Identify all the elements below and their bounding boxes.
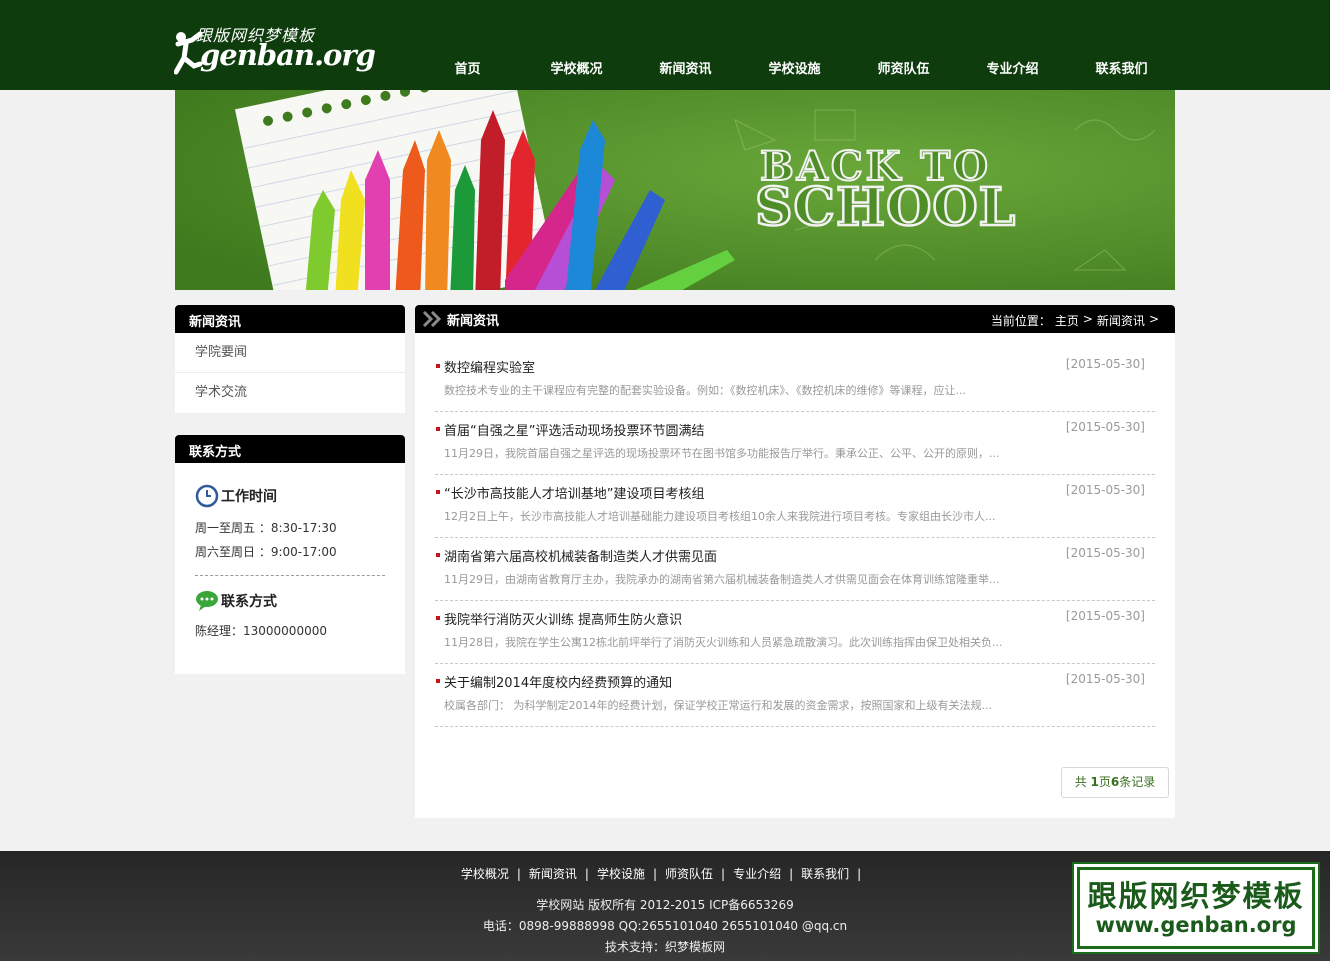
news-header: 新闻资讯 当前位置： 主页 > 新闻资讯 > xyxy=(415,305,1175,333)
footer-sep: | xyxy=(721,867,726,881)
list-item: 我院举行消防灭火训练 提高师生防火意识 [2015-05-30] 11月28日，… xyxy=(435,601,1155,664)
breadcrumb: 当前位置： 主页 > 新闻资讯 > xyxy=(991,312,1159,329)
breadcrumb-sep: > xyxy=(1082,312,1093,326)
sidebar-item-academic[interactable]: 学术交流 xyxy=(175,373,405,413)
double-chevron-icon xyxy=(423,311,442,327)
list-item: 数控编程实验室 [2015-05-30] 数控技术专业的主干课程应有完整的配套实… xyxy=(435,349,1155,412)
divider xyxy=(195,575,385,576)
nav-majors[interactable]: 专业介绍 xyxy=(958,60,1067,80)
nav-faculty[interactable]: 师资队伍 xyxy=(849,60,958,80)
list-item: 首届“自强之星”评选活动现场投票环节圆满结 [2015-05-30] 11月29… xyxy=(435,412,1155,475)
pager-count: 6 xyxy=(1110,775,1120,789)
pager-pages: 1 xyxy=(1090,775,1099,789)
footer-sep: | xyxy=(789,867,794,881)
watermark-line1: 跟版网织梦模板 xyxy=(1087,879,1305,913)
news-title-link[interactable]: 数控编程实验室 xyxy=(444,357,535,376)
news-title-link[interactable]: “长沙市高技能人才培训基地”建设项目考核组 xyxy=(444,483,704,502)
bullet-icon xyxy=(436,679,440,683)
page-title: 新闻资讯 xyxy=(447,314,500,329)
news-title-link[interactable]: 关于编制2014年度校内经费预算的通知 xyxy=(444,672,672,691)
footer-link-faculty[interactable]: 师资队伍 xyxy=(665,867,713,881)
footer-link-about[interactable]: 学校概况 xyxy=(461,867,509,881)
nav-about[interactable]: 学校概况 xyxy=(522,60,631,80)
footer-sep: | xyxy=(857,867,862,881)
work-time-heading: 工作时间 xyxy=(195,483,385,509)
news-date: [2015-05-30] xyxy=(1065,609,1145,623)
news-summary: 数控技术专业的主干课程应有完整的配套实验设备。例如：《数控机床》、《数控机床的维… xyxy=(444,384,966,397)
list-item: “长沙市高技能人才培训基地”建设项目考核组 [2015-05-30] 12月2日… xyxy=(435,475,1155,538)
breadcrumb-home[interactable]: 主页 xyxy=(1055,312,1079,329)
footer-link-news[interactable]: 新闻资讯 xyxy=(529,867,577,881)
pager-mid: 页 xyxy=(1098,775,1111,789)
pager-prefix: 共 xyxy=(1074,775,1091,789)
footer-link-majors[interactable]: 专业介绍 xyxy=(733,867,781,881)
nav-facilities[interactable]: 学校设施 xyxy=(740,60,849,80)
bullet-icon xyxy=(436,364,440,368)
footer-sep: | xyxy=(584,867,589,881)
contact-title: 联系方式 xyxy=(221,594,277,610)
sidebar-contact-title: 联系方式 xyxy=(175,435,405,463)
news-summary: 校属各部门： 为科学制定2014年的经费计划，保证学校正常运行和发展的资金需求，… xyxy=(444,699,992,712)
news-list: 数控编程实验室 [2015-05-30] 数控技术专业的主干课程应有完整的配套实… xyxy=(435,349,1155,727)
logo-english-text: genban.org xyxy=(200,38,376,72)
contact-manager: 陈经理：13000000000 xyxy=(195,624,327,638)
breadcrumb-news[interactable]: 新闻资讯 xyxy=(1097,312,1145,329)
contact-heading: 联系方式 xyxy=(195,588,385,614)
list-item: 关于编制2014年度校内经费预算的通知 [2015-05-30] 校属各部门： … xyxy=(435,664,1155,727)
bullet-icon xyxy=(436,553,440,557)
news-date: [2015-05-30] xyxy=(1065,672,1145,686)
sidebar-contact-panel: 联系方式 工作时间 周一至周五 ：8:30-17:30 周六至周日 ：9:00-… xyxy=(175,435,405,674)
news-summary: 12月2日上午，长沙市高技能人才培训基础能力建设项目考核组10余人来我院进行项目… xyxy=(444,510,996,523)
footer-sep: | xyxy=(516,867,521,881)
news-date: [2015-05-30] xyxy=(1065,357,1145,371)
hero-banner: BACK TO SCHOOL xyxy=(175,90,1175,290)
list-item: 湖南省第六届高校机械装备制造类人才供需见面 [2015-05-30] 11月29… xyxy=(435,538,1155,601)
news-title-link[interactable]: 湖南省第六届高校机械装备制造类人才供需见面 xyxy=(444,546,717,565)
news-summary: 11月28日，我院在学生公寓12栋北前坪举行了消防灭火训练和人员紧急疏散演习。此… xyxy=(444,636,1003,649)
watermark-line2: www.genban.org xyxy=(1095,913,1297,937)
pagination-info: 共 1页6条记录 xyxy=(1061,767,1169,798)
sidebar-news-title: 新闻资讯 xyxy=(175,305,405,333)
banner-illustration: BACK TO SCHOOL xyxy=(175,90,1175,290)
watermark-badge: 跟版网织梦模板 www.genban.org xyxy=(1072,862,1320,954)
news-title-link[interactable]: 我院举行消防灭火训练 提高师生防火意识 xyxy=(444,609,682,628)
nav-news[interactable]: 新闻资讯 xyxy=(631,60,740,80)
sidebar-item-college-news[interactable]: 学院要闻 xyxy=(175,333,405,373)
news-summary: 11月29日，我院首届自强之星评选的现场投票环节在图书馆多功能报告厅举行。秉承公… xyxy=(444,447,1000,460)
site-logo[interactable]: 跟版网织梦模板 genban.org xyxy=(174,22,376,78)
footer-sep: | xyxy=(652,867,657,881)
news-summary: 11月29日，由湖南省教育厅主办，我院承办的湖南省第六届机械装备制造类人才供需见… xyxy=(444,573,1000,586)
news-list-panel: 新闻资讯 当前位置： 主页 > 新闻资讯 > 数控编程实验室 [2015-05-… xyxy=(415,305,1175,818)
clock-icon xyxy=(195,484,219,508)
news-date: [2015-05-30] xyxy=(1065,483,1145,497)
work-time-title: 工作时间 xyxy=(221,489,277,505)
footer-link-facilities[interactable]: 学校设施 xyxy=(597,867,645,881)
work-time-weekday: 周一至周五 ：8:30-17:30 xyxy=(195,521,337,535)
banner-line2: SCHOOL xyxy=(755,177,1016,238)
chat-bubble-icon xyxy=(196,591,218,611)
breadcrumb-sep: > xyxy=(1148,312,1159,326)
breadcrumb-prefix: 当前位置： xyxy=(990,314,1051,328)
site-header: 跟版网织梦模板 genban.org 首页 学校概况 新闻资讯 学校设施 师资队… xyxy=(0,0,1330,90)
main-nav: 首页 学校概况 新闻资讯 学校设施 师资队伍 专业介绍 联系我们 xyxy=(413,60,1176,80)
bullet-icon xyxy=(436,490,440,494)
sidebar-news-panel: 新闻资讯 学院要闻 学术交流 xyxy=(175,305,405,413)
footer-link-contact[interactable]: 联系我们 xyxy=(801,867,849,881)
bullet-icon xyxy=(436,427,440,431)
pager-suffix: 条记录 xyxy=(1119,775,1156,789)
sidebar-news-list: 学院要闻 学术交流 xyxy=(175,333,405,413)
work-time-weekend: 周六至周日 ：9:00-17:00 xyxy=(195,545,337,559)
news-date: [2015-05-30] xyxy=(1065,420,1145,434)
news-date: [2015-05-30] xyxy=(1065,546,1145,560)
news-title-link[interactable]: 首届“自强之星”评选活动现场投票环节圆满结 xyxy=(444,420,704,439)
nav-contact[interactable]: 联系我们 xyxy=(1067,60,1176,80)
bullet-icon xyxy=(436,616,440,620)
nav-home[interactable]: 首页 xyxy=(413,60,522,80)
